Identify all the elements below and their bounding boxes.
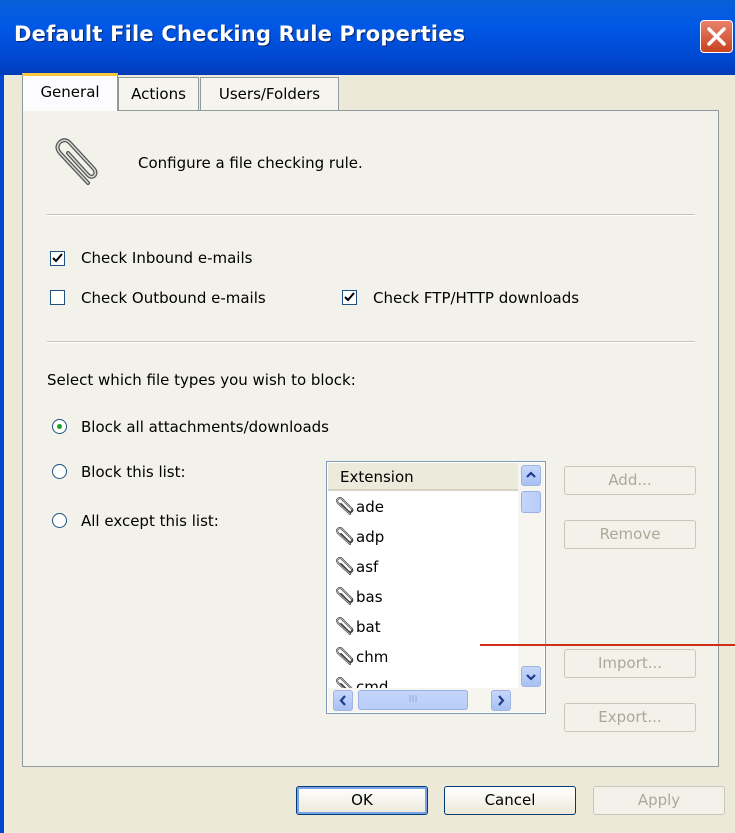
extension-list-item[interactable]: bas [328, 583, 518, 613]
scroll-up-button[interactable] [521, 465, 541, 486]
radio-block-list-label[interactable]: Block this list: [81, 463, 186, 481]
add-button[interactable]: Add... [564, 466, 696, 495]
export-button[interactable]: Export... [564, 703, 696, 732]
import-button[interactable]: Import... [564, 649, 696, 678]
extension-header-label: Extension [340, 468, 414, 486]
radio-block-list[interactable] [52, 464, 67, 479]
check-outbound-checkbox[interactable] [50, 290, 65, 305]
file-types-prompt: Select which file types you wish to bloc… [47, 371, 356, 389]
extension-list-item[interactable]: adp [328, 523, 518, 553]
extension-listbox[interactable]: Extension ade adp asf bas bat chm cmd III [326, 461, 546, 714]
paperclip-icon [336, 497, 354, 515]
cancel-button[interactable]: Cancel [444, 786, 576, 815]
chevron-right-icon [498, 695, 505, 706]
scroll-right-button[interactable] [491, 690, 511, 711]
divider-middle [47, 341, 695, 343]
radio-block-all[interactable] [52, 419, 67, 434]
divider-top [47, 214, 695, 216]
extension-list-item[interactable]: ade [328, 493, 518, 523]
chevron-up-icon [526, 471, 536, 478]
extension-name: chm [356, 648, 389, 666]
checkmark-icon [52, 253, 63, 263]
apply-button[interactable]: Apply [593, 786, 725, 815]
horizontal-scroll-thumb[interactable]: III [358, 690, 468, 710]
remove-button[interactable]: Remove [564, 520, 696, 549]
paperclip-icon [336, 647, 354, 665]
vertical-scroll-thumb[interactable] [521, 491, 541, 513]
extension-name: ade [356, 498, 384, 516]
ok-button[interactable]: OK [296, 786, 428, 815]
extension-name: asf [356, 558, 379, 576]
description-text: Configure a file checking rule. [138, 154, 363, 172]
extension-list-item[interactable]: asf [328, 553, 518, 583]
checkmark-icon [344, 292, 355, 302]
chevron-down-icon [526, 674, 536, 681]
paperclip-icon [336, 617, 354, 635]
check-inbound-checkbox[interactable] [50, 251, 65, 266]
scroll-left-button[interactable] [333, 690, 353, 711]
radio-all-except-label[interactable]: All except this list: [81, 512, 219, 530]
radio-selected-dot [57, 424, 62, 429]
paperclip-icon [336, 587, 354, 605]
horizontal-scrollbar[interactable]: III [328, 688, 544, 712]
radio-block-all-label[interactable]: Block all attachments/downloads [81, 418, 329, 436]
extension-name: adp [356, 528, 385, 546]
radio-all-except[interactable] [52, 513, 67, 528]
check-ftp-http-label[interactable]: Check FTP/HTTP downloads [373, 289, 579, 307]
check-ftp-http-checkbox[interactable] [342, 290, 357, 305]
extension-name: bat [356, 618, 381, 636]
annotation-line [480, 644, 735, 646]
check-inbound-label[interactable]: Check Inbound e-mails [81, 249, 252, 267]
scroll-grip: III [408, 694, 418, 705]
extension-list-item[interactable]: bat [328, 613, 518, 643]
paperclip-icon [336, 557, 354, 575]
dialog-window: Default File Checking Rule Properties Ge… [0, 0, 735, 833]
check-outbound-label[interactable]: Check Outbound e-mails [81, 289, 266, 307]
panel-content: Configure a file checking rule. Check In… [0, 0, 735, 833]
paperclip-icon [55, 138, 98, 185]
chevron-left-icon [339, 695, 346, 706]
paperclip-icon [336, 527, 354, 545]
extension-column-header[interactable]: Extension [328, 463, 518, 491]
extension-list-item[interactable]: chm [328, 643, 518, 673]
scroll-down-button[interactable] [521, 666, 541, 687]
vertical-scrollbar[interactable] [518, 463, 544, 688]
extension-name: bas [356, 588, 383, 606]
